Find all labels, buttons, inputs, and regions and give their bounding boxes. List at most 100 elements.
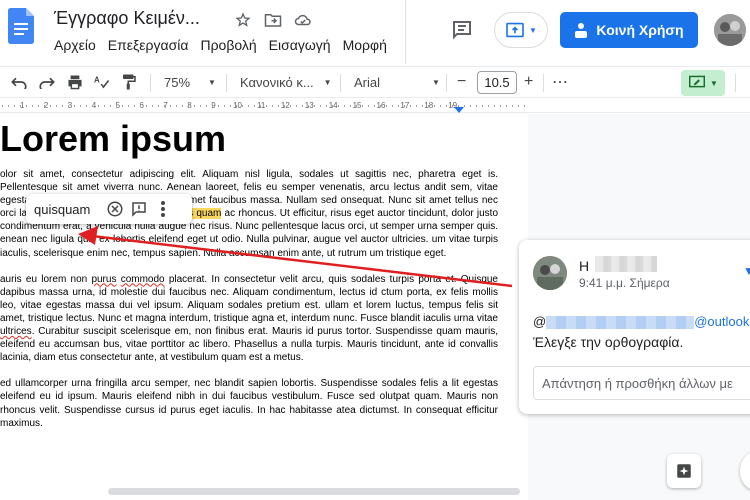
mention[interactable]: @ @outlook.c bbox=[533, 314, 750, 330]
chevron-down-icon: ▼ bbox=[710, 78, 718, 88]
text-run: auris eu lorem non bbox=[0, 273, 92, 285]
ruler-scale[interactable]: 12345678910111213141516171819 bbox=[0, 99, 528, 113]
paint-format-icon[interactable] bbox=[121, 67, 137, 97]
misspelled-word[interactable]: purus bbox=[91, 274, 116, 285]
indent-marker[interactable] bbox=[454, 107, 464, 113]
ruler-tick bbox=[434, 105, 435, 107]
ruler-tick bbox=[152, 105, 153, 107]
ruler-tick bbox=[440, 105, 441, 107]
document-canvas: Lorem ipsum olor sit amet, consectetur a… bbox=[0, 114, 750, 500]
ruler-tick bbox=[116, 105, 117, 107]
ruler-tick bbox=[482, 105, 483, 107]
explore-sparkle-icon bbox=[677, 464, 691, 478]
font-size-input[interactable]: 10.5 bbox=[477, 71, 517, 94]
ruler-tick bbox=[194, 105, 195, 107]
ruler-tick bbox=[122, 105, 123, 107]
redo-icon[interactable] bbox=[38, 67, 56, 97]
toolbar-separator bbox=[735, 74, 736, 92]
menu-format[interactable]: Μορφή bbox=[343, 37, 387, 53]
ruler-tick bbox=[284, 105, 285, 107]
ruler-tick bbox=[230, 105, 231, 107]
ruler-tick bbox=[266, 105, 267, 107]
ruler-tick bbox=[236, 105, 237, 107]
ruler-tick bbox=[314, 105, 315, 107]
report-feedback-icon[interactable] bbox=[128, 198, 150, 220]
document-page[interactable]: Lorem ipsum olor sit amet, consectetur a… bbox=[0, 114, 528, 500]
chevron-down-icon[interactable]: ▼ bbox=[743, 264, 750, 278]
spelling-suggestion-popup: quisquam bbox=[26, 194, 192, 224]
decrease-font-size-button[interactable]: − bbox=[457, 67, 466, 97]
reply-input[interactable] bbox=[533, 366, 750, 400]
docs-logo-icon[interactable] bbox=[8, 8, 34, 44]
panel-divider bbox=[405, 0, 406, 64]
present-button[interactable]: ▼ bbox=[494, 12, 548, 48]
print-icon[interactable] bbox=[66, 67, 84, 97]
ruler-tick bbox=[500, 105, 501, 107]
more-options-button[interactable]: ⋯ bbox=[552, 67, 568, 97]
document-heading: Lorem ipsum bbox=[0, 118, 227, 159]
side-panel-toggle[interactable] bbox=[740, 452, 750, 490]
ruler-tick bbox=[380, 105, 381, 107]
ruler-tick bbox=[14, 105, 15, 107]
star-icon[interactable] bbox=[232, 9, 254, 31]
ruler-tick bbox=[464, 105, 465, 107]
ruler-tick bbox=[212, 105, 213, 107]
paragraph-style-select[interactable]: Κανονικό κ... ▼ bbox=[240, 67, 332, 97]
horizontal-scrollbar[interactable] bbox=[108, 488, 520, 495]
undo-icon[interactable] bbox=[10, 67, 28, 97]
ruler-tick bbox=[218, 105, 219, 107]
document-title[interactable]: Έγγραφο Κειμέν... bbox=[54, 8, 200, 29]
ruler-tick bbox=[134, 105, 135, 107]
share-button[interactable]: Κοινή Χρήση bbox=[560, 12, 698, 48]
ruler-tick bbox=[344, 105, 345, 107]
ruler-tick bbox=[422, 105, 423, 107]
font-select[interactable]: Arial ▼ bbox=[354, 67, 440, 97]
ruler-tick bbox=[44, 105, 45, 107]
ruler-tick bbox=[494, 105, 495, 107]
misspelled-word[interactable]: commodo bbox=[121, 274, 165, 285]
ruler-number: 14 bbox=[328, 101, 338, 110]
ruler-tick bbox=[320, 105, 321, 107]
formatting-toolbar: A 75% ▼ Κανονικό κ... ▼ Arial ▼ − 10.5 +… bbox=[0, 66, 750, 98]
ruler-tick bbox=[374, 105, 375, 107]
ruler-tick bbox=[38, 105, 39, 107]
ruler-number: 12 bbox=[280, 101, 290, 110]
move-folder-icon[interactable] bbox=[262, 9, 284, 31]
menu-bar: Αρχείο Επεξεργασία Προβολή Εισαγωγή Μορφ… bbox=[54, 37, 387, 53]
zoom-select[interactable]: 75% ▼ bbox=[164, 67, 216, 97]
ruler-tick bbox=[242, 105, 243, 107]
ruler-tick bbox=[188, 105, 189, 107]
misspelled-word[interactable]: ultrices bbox=[0, 326, 32, 337]
menu-insert[interactable]: Εισαγωγή bbox=[269, 37, 331, 53]
ruler-tick bbox=[98, 105, 99, 107]
increase-font-size-button[interactable]: + bbox=[524, 67, 533, 97]
user-avatar[interactable] bbox=[714, 14, 746, 46]
ruler-tick bbox=[26, 105, 27, 107]
ruler-tick bbox=[308, 105, 309, 107]
top-bar: Έγγραφο Κειμέν... Αρχείο Επεξεργασία Προ… bbox=[0, 0, 750, 64]
ruler-tick bbox=[398, 105, 399, 107]
more-vert-icon[interactable] bbox=[152, 198, 174, 220]
ruler-tick bbox=[128, 105, 129, 107]
ignore-icon[interactable] bbox=[104, 198, 126, 220]
suggestion-word[interactable]: quisquam bbox=[34, 202, 90, 217]
editing-mode-button[interactable]: ▼ bbox=[681, 70, 725, 96]
comment-history-icon[interactable] bbox=[449, 18, 475, 42]
spellcheck-icon[interactable]: A bbox=[93, 67, 111, 97]
ruler-tick bbox=[332, 105, 333, 107]
menu-file[interactable]: Αρχείο bbox=[54, 37, 96, 53]
ruler-tick bbox=[8, 105, 9, 107]
comment-card[interactable]: Η 9:41 μ.μ. Σήμερα ▼ @ @outlook.c Έλεγξε … bbox=[519, 240, 750, 414]
explore-button[interactable] bbox=[667, 454, 701, 488]
ruler-tick bbox=[506, 105, 507, 107]
ruler-tick bbox=[296, 105, 297, 107]
paragraph-style-value: Κανονικό κ... bbox=[240, 74, 314, 90]
ruler-tick bbox=[158, 105, 159, 107]
ruler-tick bbox=[272, 105, 273, 107]
cloud-status-icon[interactable] bbox=[292, 9, 314, 31]
commenter-name: Η bbox=[579, 258, 590, 274]
menu-view[interactable]: Προβολή bbox=[200, 37, 256, 53]
ruler-tick bbox=[224, 105, 225, 107]
menu-edit[interactable]: Επεξεργασία bbox=[108, 37, 189, 53]
toolbar-separator bbox=[543, 74, 544, 92]
